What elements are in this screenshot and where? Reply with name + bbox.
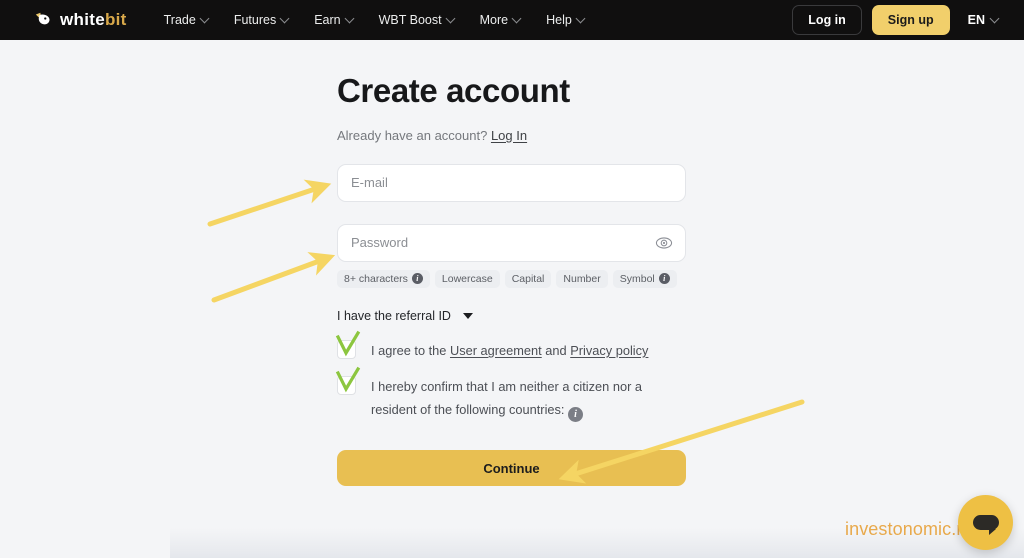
nav-label-trade: Trade [163,13,196,27]
chevron-down-icon [279,13,290,23]
nav-item-wbt-boost[interactable]: WBT Boost [366,7,467,33]
agreement-row-residency: I hereby confirm that I am neither a cit… [335,367,686,423]
sign-up-button[interactable]: Sign up [871,5,950,35]
password-input[interactable] [351,224,672,261]
chevron-down-icon [199,13,210,23]
password-rule-chip: 8+ characters i [337,269,430,288]
page-title: Create account [337,72,570,109]
chevron-down-icon [989,13,1000,23]
site-header: whitebit Trade Futures Earn WBT Boost Mo… [0,0,1024,40]
create-account-form: Create account Already have an account? … [335,72,686,487]
password-rule-chip: Number [556,269,608,288]
nav-item-trade[interactable]: Trade [151,7,221,33]
chat-widget-button[interactable] [958,495,1013,550]
arrow-to-email-field [207,179,332,227]
log-in-link[interactable]: Log In [491,128,527,143]
chevron-down-icon [511,13,522,23]
log-in-button[interactable]: Log in [792,5,862,35]
login-prompt-text: Already have an account? [337,127,491,143]
residency-text-line1: I hereby confirm that I am neither a cit… [371,379,642,395]
referral-id-toggle[interactable]: I have the referral ID [337,309,473,323]
agreement-text-middle: and [541,342,571,358]
info-icon[interactable]: i [568,407,584,423]
agreement-row-terms: I agree to the User agreement and Privac… [335,330,686,362]
chevron-down-icon [462,312,473,319]
arrow-to-password-field [211,252,336,303]
chat-bubble-icon [972,515,999,535]
whitebit-logo[interactable]: whitebit [34,10,127,30]
nav-item-earn[interactable]: Earn [301,7,365,33]
password-rule-label: 8+ characters [344,272,408,285]
info-icon[interactable]: i [658,273,670,285]
user-agreement-link[interactable]: User agreement [450,343,542,358]
eye-icon[interactable] [655,234,673,252]
chevron-down-icon [445,13,456,23]
password-rule-label: Symbol [619,272,655,285]
language-selector[interactable]: EN [960,7,1002,33]
logo-word-white: white [60,10,105,29]
chevron-down-icon [575,13,586,23]
residency-text-line2: resident of the following countries: [371,401,569,417]
agreement-label-residency: I hereby confirm that I am neither a cit… [371,375,642,423]
chevron-down-icon [344,13,355,23]
password-field-wrapper[interactable] [337,223,686,262]
password-rule-chip: Lowercase [434,269,500,288]
info-icon[interactable]: i [411,273,423,285]
header-actions: Log in Sign up EN [792,5,1002,35]
login-prompt: Already have an account? Log In [337,128,686,143]
nav-label-wbt-boost: WBT Boost [378,13,442,27]
agreement-label-terms: I agree to the User agreement and Privac… [371,339,648,362]
residency-checkbox[interactable] [335,367,361,396]
password-rule-label: Lowercase [441,272,493,285]
whitebit-bull-icon [34,10,54,30]
password-rule-chip: Capital [504,269,552,288]
nav-label-more: More [479,13,509,27]
nav-label-help: Help [546,13,572,27]
password-rule-label: Capital [511,272,545,285]
password-requirements: 8+ characters i Lowercase Capital Number… [337,269,686,288]
logo-word-bit: bit [104,10,127,29]
nav-label-futures: Futures [233,13,277,27]
nav-item-futures[interactable]: Futures [221,7,301,33]
language-label: EN [967,13,985,27]
agreement-text-prefix: I agree to the [371,342,450,358]
main-navigation: Trade Futures Earn WBT Boost More Help [151,7,597,33]
logo-wordmark: whitebit [60,10,127,30]
nav-label-earn: Earn [314,13,341,27]
nav-item-help[interactable]: Help [533,7,597,33]
site-watermark: investonomic.ru [845,519,973,539]
nav-item-more[interactable]: More [467,7,533,33]
password-rule-label: Number [563,272,601,285]
password-rule-chip: Symbol i [612,269,677,288]
continue-button[interactable]: Continue [337,450,686,487]
privacy-policy-link[interactable]: Privacy policy [570,343,648,358]
referral-id-label: I have the referral ID [337,308,451,323]
email-input[interactable] [351,164,672,201]
agreement-checkbox[interactable] [335,330,361,359]
email-field-wrapper[interactable] [337,163,686,202]
